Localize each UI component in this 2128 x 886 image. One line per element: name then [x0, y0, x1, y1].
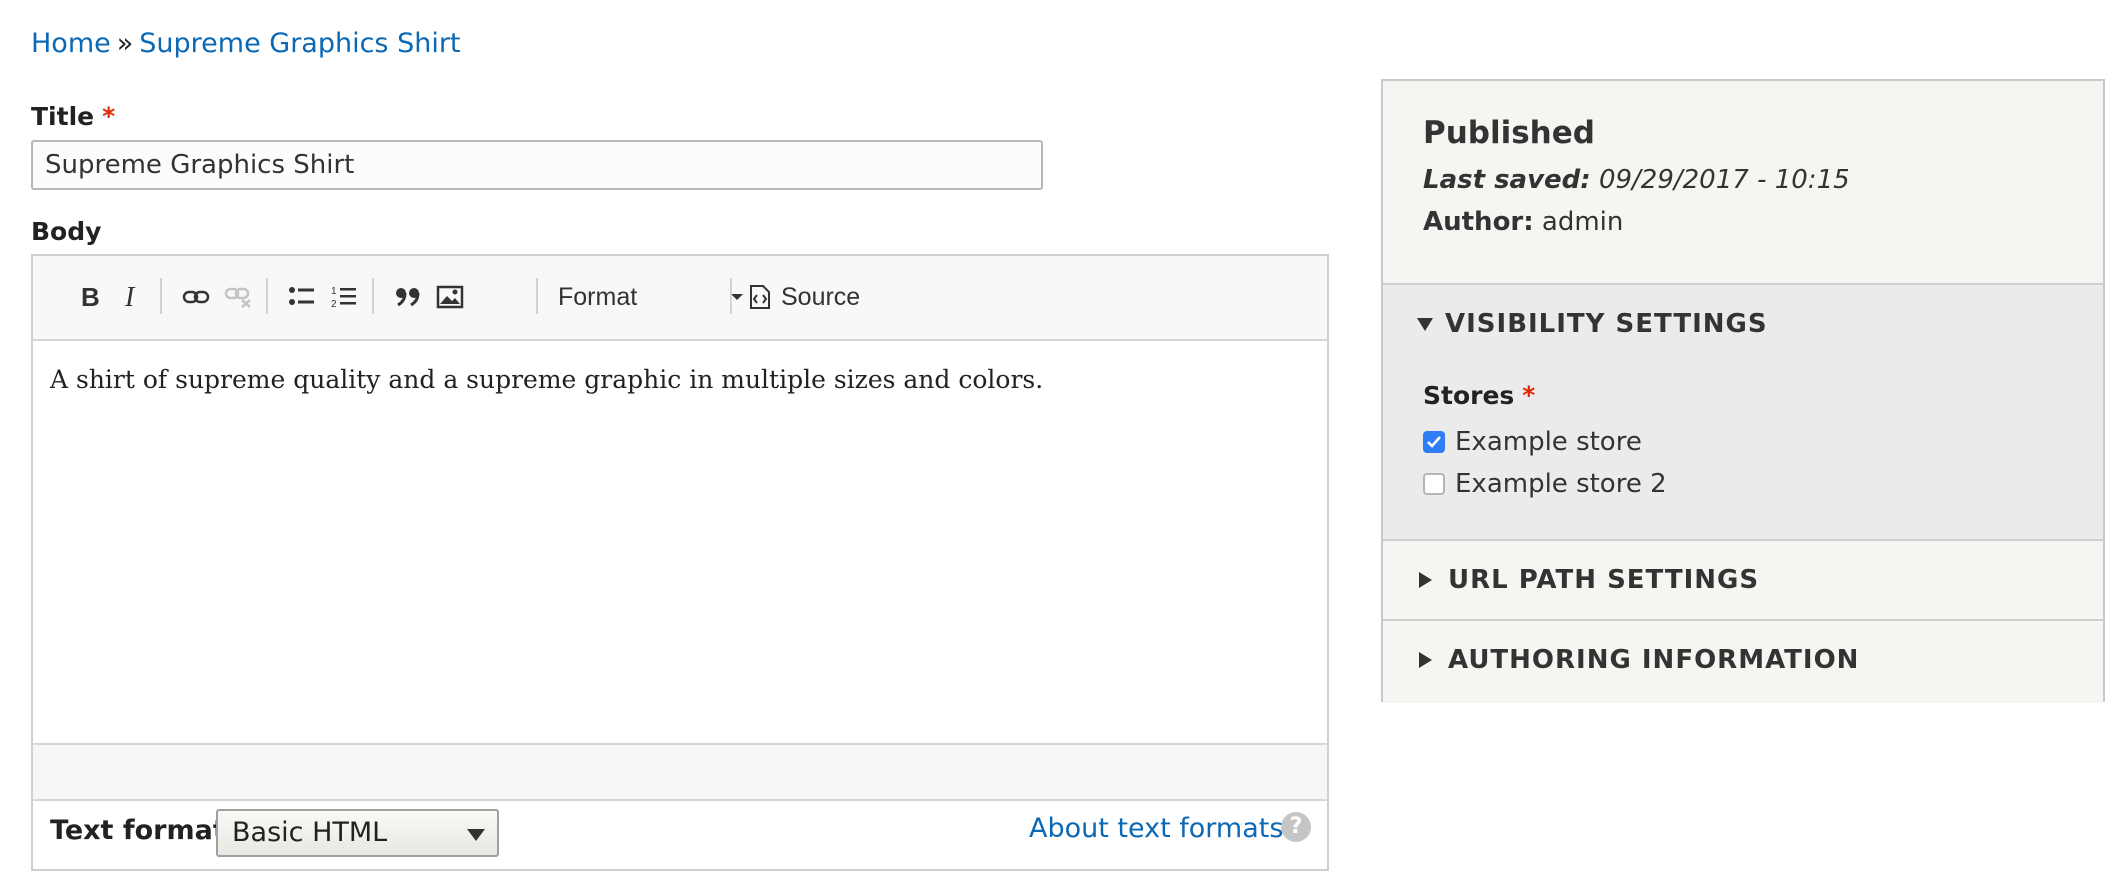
svg-text:2: 2: [331, 299, 337, 310]
chevron-down-icon: [731, 294, 743, 300]
sidebar: Published Last saved: 09/29/2017 - 10:15…: [1381, 79, 2105, 703]
url-path-settings-toggle[interactable]: URL PATH SETTINGS: [1417, 565, 1759, 595]
authoring-information-title: AUTHORING INFORMATION: [1448, 645, 1860, 675]
authoring-information-toggle[interactable]: AUTHORING INFORMATION: [1417, 645, 1859, 675]
editor-content[interactable]: A shirt of supreme quality and a supreme…: [50, 362, 1310, 398]
breadcrumb: Home» Supreme Graphics Shirt: [31, 26, 461, 62]
last-saved: Last saved: 09/29/2017 - 10:15: [1423, 165, 2083, 195]
body-editor: B I 12 Format Source A shirt of supreme …: [31, 254, 1329, 871]
chevron-down-icon: [467, 829, 485, 841]
url-path-settings-section: URL PATH SETTINGS: [1383, 539, 2103, 621]
text-format-value: Basic HTML: [232, 817, 388, 848]
authoring-information-section: AUTHORING INFORMATION: [1383, 619, 2103, 703]
toolbar-separator: [536, 278, 538, 314]
title-label: Title *: [31, 102, 115, 131]
title-label-text: Title: [31, 102, 95, 131]
source-icon: [750, 285, 770, 309]
bold-icon[interactable]: B: [68, 275, 112, 319]
unlink-icon[interactable]: [216, 275, 260, 319]
author-value: admin: [1541, 207, 1624, 237]
blockquote-icon[interactable]: [386, 275, 430, 319]
format-dropdown-label: Format: [558, 283, 638, 311]
italic-icon[interactable]: I: [110, 275, 154, 319]
toolbar-separator: [266, 278, 268, 314]
checkbox-unchecked[interactable]: [1423, 473, 1445, 495]
check-icon: [1427, 436, 1441, 448]
help-icon[interactable]: ?: [1281, 812, 1311, 842]
editor-toolbar: B I 12 Format Source: [33, 256, 1327, 341]
source-button-label: Source: [781, 282, 861, 311]
body-label: Body: [31, 217, 102, 246]
stores-label: Stores *: [1423, 381, 1535, 410]
triangle-down-icon: [1417, 317, 1433, 331]
text-format-select[interactable]: Basic HTML: [216, 809, 499, 857]
author-label: Author:: [1423, 207, 1534, 237]
required-marker: *: [102, 102, 116, 131]
store-option-label: Example store 2: [1455, 469, 1667, 499]
breadcrumb-current-link[interactable]: Supreme Graphics Shirt: [139, 28, 460, 59]
visibility-settings-section: VISIBILITY SETTINGS Stores * Example stor…: [1383, 283, 2103, 541]
store-option-label: Example store: [1455, 427, 1642, 457]
toolbar-separator: [730, 278, 732, 314]
svg-text:B: B: [81, 284, 100, 310]
url-path-settings-title: URL PATH SETTINGS: [1448, 565, 1760, 595]
toolbar-separator: [372, 278, 374, 314]
store-option[interactable]: Example store 2: [1423, 469, 1667, 499]
source-button[interactable]: Source: [749, 275, 860, 319]
bulleted-list-icon[interactable]: [280, 275, 324, 319]
triangle-right-icon: [1419, 572, 1432, 588]
text-format-label: Text format: [50, 815, 226, 846]
last-saved-label: Last saved:: [1423, 165, 1591, 195]
triangle-right-icon: [1419, 652, 1432, 668]
stores-label-text: Stores: [1423, 381, 1515, 410]
visibility-settings-toggle[interactable]: VISIBILITY SETTINGS: [1417, 309, 1768, 339]
author: Author: admin: [1423, 207, 2083, 237]
about-text-formats-link[interactable]: About text formats: [1029, 813, 1283, 844]
title-input[interactable]: [31, 140, 1043, 190]
text-format-row: Text format Basic HTML About text format…: [33, 799, 1327, 869]
breadcrumb-home-link[interactable]: Home: [31, 28, 111, 59]
checkbox-checked[interactable]: [1423, 431, 1445, 453]
visibility-settings-title: VISIBILITY SETTINGS: [1445, 309, 1768, 339]
publish-status: Published: [1423, 115, 1595, 151]
image-icon[interactable]: [428, 275, 472, 319]
store-option[interactable]: Example store: [1423, 427, 1642, 457]
numbered-list-icon[interactable]: 12: [322, 275, 366, 319]
toolbar-separator: [160, 278, 162, 314]
link-icon[interactable]: [174, 275, 218, 319]
editor-status-bar: [33, 743, 1327, 801]
required-marker: *: [1522, 381, 1536, 410]
svg-text:1: 1: [331, 286, 337, 297]
format-dropdown[interactable]: Format: [558, 275, 743, 319]
last-saved-value: 09/29/2017 - 10:15: [1598, 165, 1850, 195]
breadcrumb-separator: »: [116, 28, 134, 59]
entity-meta: Published Last saved: 09/29/2017 - 10:15…: [1423, 115, 2083, 237]
svg-text:I: I: [124, 284, 136, 310]
